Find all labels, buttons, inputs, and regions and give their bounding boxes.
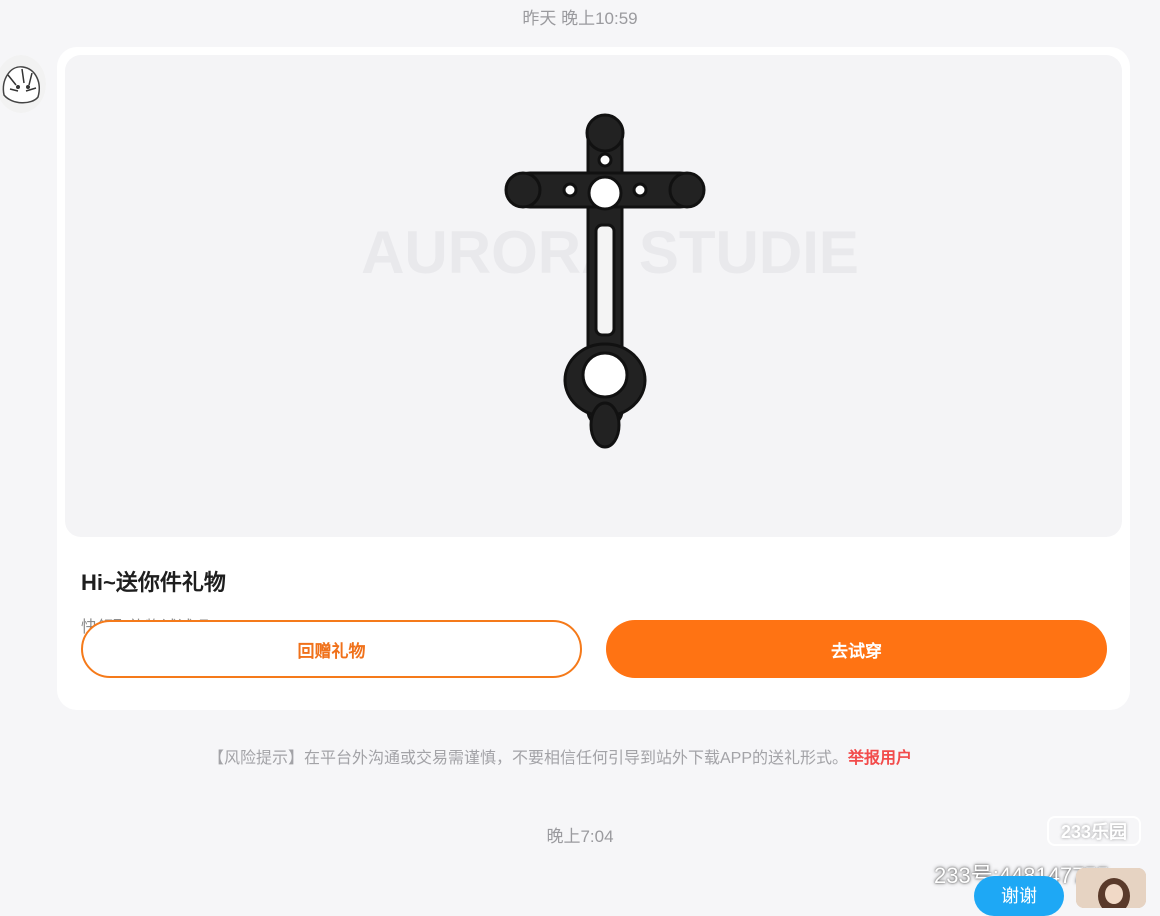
site-watermark-logo: 233乐园 xyxy=(1047,816,1141,846)
gothic-cross-image: AURORA STUDIE xyxy=(361,113,859,449)
risk-notice-text: 【风险提示】在平台外沟通或交易需谨慎，不要相信任何引导到站外下载APP的送礼形式… xyxy=(207,750,848,767)
chat-timestamp-2: 晚上7:04 xyxy=(546,827,614,846)
gift-card-title: Hi~送你件礼物 xyxy=(81,570,226,595)
return-gift-button[interactable]: 回赠礼物 xyxy=(81,620,582,678)
gift-thumbnail[interactable] xyxy=(1076,868,1146,908)
sender-avatar[interactable] xyxy=(0,55,46,113)
chat-timestamp: 昨天 晚上10:59 xyxy=(522,9,638,28)
risk-notice: 【风险提示】在平台外沟通或交易需谨慎，不要相信任何引导到站外下载APP的送礼形式… xyxy=(0,744,1120,768)
gift-image[interactable]: AURORA STUDIE xyxy=(65,55,1122,537)
try-on-button[interactable]: 去试穿 xyxy=(606,620,1107,678)
report-user-link[interactable]: 举报用户 xyxy=(848,750,912,767)
gift-card[interactable]: AURORA STUDIE Hi~送你件礼物 快领取礼物试试吧~ 回赠礼物 去试… xyxy=(57,47,1130,710)
thanks-button[interactable]: 谢谢 xyxy=(974,876,1064,916)
thanks-button-label: 谢谢 xyxy=(1001,886,1037,906)
